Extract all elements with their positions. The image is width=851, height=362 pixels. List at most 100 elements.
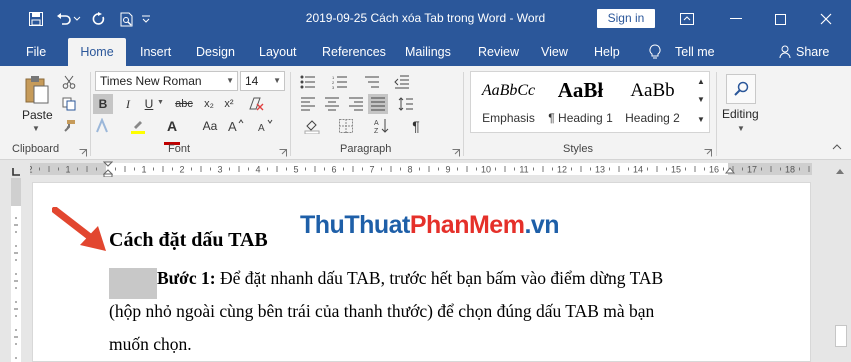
- tab-share[interactable]: Share: [796, 38, 829, 66]
- align-right-icon[interactable]: [346, 94, 366, 114]
- styles-more-icon[interactable]: ▼: [694, 112, 708, 126]
- ribbon-display-options-icon[interactable]: [676, 8, 698, 30]
- minimize-icon[interactable]: [725, 8, 747, 30]
- find-icon[interactable]: [726, 74, 756, 104]
- underline-button[interactable]: U: [139, 94, 159, 114]
- subscript-button[interactable]: x₂: [199, 94, 219, 114]
- collapse-ribbon-icon[interactable]: [830, 140, 844, 154]
- text-effects-icon[interactable]: [93, 116, 113, 136]
- share-icon[interactable]: [775, 42, 797, 62]
- style-name: Heading 2: [625, 111, 680, 125]
- style-heading-2[interactable]: AaBb Heading 2: [617, 72, 688, 132]
- align-center-icon[interactable]: [322, 94, 342, 114]
- styles-launcher-icon[interactable]: [704, 146, 712, 157]
- svg-text:Z: Z: [374, 128, 379, 134]
- tab-layout[interactable]: Layout: [259, 38, 297, 66]
- copy-icon[interactable]: [59, 94, 79, 114]
- tab-help[interactable]: Help: [594, 38, 620, 66]
- tab-home[interactable]: Home: [68, 38, 126, 66]
- styles-scroll-up-icon[interactable]: ▲: [694, 74, 708, 88]
- paragraph-line-3[interactable]: muốn chọn.: [109, 334, 192, 355]
- paragraph-launcher-icon[interactable]: [452, 146, 460, 157]
- paragraph-line-2[interactable]: (hộp nhỏ ngoài cùng bên trái của thanh t…: [109, 301, 654, 322]
- watermark-part-2: PhanMem: [409, 211, 525, 239]
- shading-icon[interactable]: [302, 116, 322, 136]
- tab-file[interactable]: File: [26, 38, 46, 66]
- window-title: 2019-09-25 Cách xóa Tab trong Word - Wor…: [305, 11, 546, 25]
- tab-references[interactable]: References: [322, 38, 386, 66]
- paste-icon[interactable]: [22, 72, 52, 108]
- decrease-indent-icon[interactable]: [392, 72, 412, 92]
- scroll-up-icon[interactable]: [835, 164, 845, 174]
- ruler-number: 2: [179, 165, 184, 175]
- line-1-text: Để đặt nhanh dấu TAB, trước hết bạn bấm …: [215, 268, 664, 288]
- strikethrough-button[interactable]: abc: [172, 94, 196, 114]
- tab-tell-me[interactable]: Tell me: [675, 38, 715, 66]
- tab-mailings[interactable]: Mailings: [405, 38, 451, 66]
- style-preview: AaBbCc: [481, 82, 536, 99]
- style-preview: AaBb: [630, 80, 675, 101]
- tab-design[interactable]: Design: [196, 38, 235, 66]
- tab-view[interactable]: View: [541, 38, 568, 66]
- chevron-down-icon[interactable]: ▼: [226, 72, 234, 90]
- vertical-ruler[interactable]: [8, 178, 22, 362]
- scroll-thumb[interactable]: [835, 325, 847, 347]
- tab-insert[interactable]: Insert: [140, 38, 171, 66]
- multilevel-list-icon[interactable]: [362, 72, 382, 92]
- sort-icon[interactable]: AZ: [372, 116, 392, 136]
- ruler-number: 16: [709, 165, 719, 175]
- highlight-icon[interactable]: [128, 116, 148, 136]
- right-indent-marker-icon[interactable]: [724, 166, 736, 176]
- arrow-annotation-icon: [51, 206, 112, 253]
- paste-dropdown-icon[interactable]: ▼: [32, 124, 40, 133]
- maximize-icon[interactable]: [769, 8, 791, 30]
- ruler-number: 9: [445, 165, 450, 175]
- italic-button[interactable]: I: [118, 94, 138, 114]
- lightbulb-icon[interactable]: [644, 42, 666, 62]
- ruler-number: 7: [369, 165, 374, 175]
- line-spacing-icon[interactable]: [396, 94, 416, 114]
- sign-in-button[interactable]: Sign in: [597, 9, 655, 28]
- underline-dropdown-icon[interactable]: ▼: [157, 99, 164, 106]
- document-heading[interactable]: Cách đặt dấu TAB: [109, 229, 268, 252]
- font-name-value: Times New Roman: [100, 74, 202, 88]
- grow-font-icon[interactable]: A: [226, 116, 246, 136]
- change-case-button[interactable]: Aa: [198, 116, 222, 136]
- paragraph-line-1[interactable]: Bước 1: Để đặt nhanh dấu TAB, trước hết …: [157, 268, 663, 289]
- show-formatting-marks-icon[interactable]: ¶: [406, 116, 426, 136]
- clipboard-launcher-icon[interactable]: [79, 146, 87, 157]
- bullets-icon[interactable]: [298, 72, 318, 92]
- vertical-scrollbar[interactable]: [830, 160, 851, 362]
- close-icon[interactable]: [815, 8, 837, 30]
- font-launcher-icon[interactable]: [279, 146, 287, 157]
- font-size-combo[interactable]: 14 ▼: [240, 71, 285, 91]
- font-name-combo[interactable]: Times New Roman ▼: [95, 71, 238, 91]
- horizontal-ruler[interactable]: 21123456789101112131415161718: [0, 160, 851, 178]
- justify-icon[interactable]: [368, 94, 388, 114]
- tab-selector-icon[interactable]: [12, 165, 20, 176]
- style-heading-1[interactable]: AaBł ¶ Heading 1: [545, 72, 616, 132]
- style-emphasis[interactable]: AaBbCc Emphasis: [473, 72, 544, 132]
- format-painter-icon[interactable]: [59, 116, 79, 136]
- borders-icon[interactable]: [336, 116, 356, 136]
- align-left-icon[interactable]: [298, 94, 318, 114]
- shrink-font-icon[interactable]: A: [256, 116, 276, 136]
- styles-group-label: Styles: [563, 143, 593, 155]
- editing-dropdown-icon[interactable]: ▼: [737, 124, 745, 133]
- font-color-button[interactable]: A: [162, 116, 182, 136]
- ruler-number: 18: [785, 165, 795, 175]
- clear-formatting-icon[interactable]: [246, 94, 266, 114]
- styles-scroll-down-icon[interactable]: ▼: [694, 92, 708, 106]
- paste-button[interactable]: Paste: [22, 108, 53, 122]
- ruler-number: 8: [407, 165, 412, 175]
- font-size-value: 14: [245, 74, 259, 88]
- tab-review[interactable]: Review: [478, 38, 519, 66]
- chevron-down-icon[interactable]: ▼: [273, 72, 281, 90]
- numbering-icon[interactable]: 123: [330, 72, 350, 92]
- indent-markers-icon[interactable]: [102, 161, 114, 178]
- bold-button[interactable]: B: [93, 94, 113, 114]
- editing-button[interactable]: Editing: [722, 107, 759, 121]
- watermark: ThuThuatPhanMem.vn: [300, 211, 560, 240]
- cut-icon[interactable]: [59, 72, 79, 92]
- superscript-button[interactable]: x²: [219, 94, 239, 114]
